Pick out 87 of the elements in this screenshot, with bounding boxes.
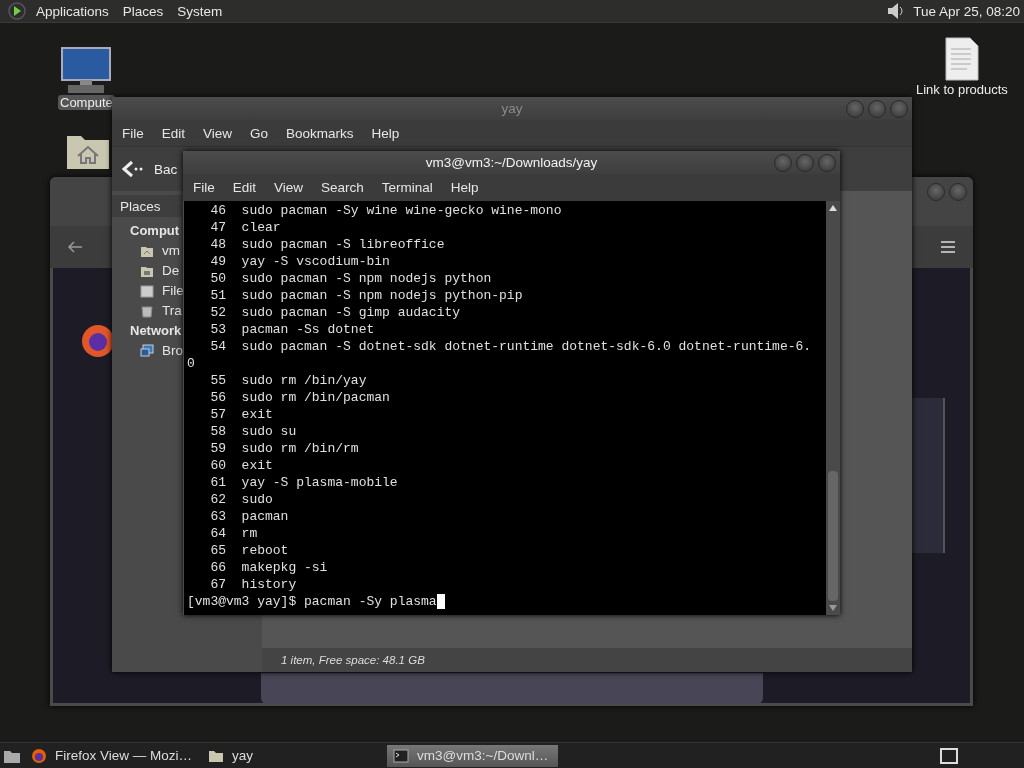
section-heading: Comput [130, 222, 180, 240]
menu-item[interactable]: Go [244, 125, 275, 141]
terminal-icon [393, 748, 410, 763]
window-button[interactable] [868, 99, 886, 118]
volume-icon [885, 1, 906, 21]
sidebar-item[interactable]: De [140, 261, 180, 281]
terminal-line: 62 sudo [209, 491, 274, 508]
menu-item[interactable]: Terminal [375, 180, 439, 195]
terminal-line: 57 exit [209, 406, 274, 423]
terminal-line: 66 makepkg -si [209, 559, 329, 576]
icon-label[interactable]: Compute [58, 95, 115, 110]
terminal-line: 53 pacman -Ss dotnet [209, 321, 376, 338]
window-button[interactable] [846, 99, 864, 118]
browser-logo-icon [81, 324, 115, 358]
terminal-line: 47 clear [209, 219, 282, 236]
folder-icon [208, 748, 225, 763]
terminal-line: 54 sudo pacman -S dotnet-sdk dotnet-runtime dotnet-sdk-6.0 dotnet-runtime-6. [209, 338, 813, 355]
terminal-line: 52 sudo pacman -S gimp audacity [209, 304, 462, 321]
terminal-line: 46 sudo pacman -Sy wine wine-gecko wine-mono [209, 202, 563, 219]
panel-menu[interactable]: Applications [32, 3, 113, 19]
scrollbar-thumb[interactable] [828, 471, 838, 601]
menu-item[interactable]: Bookmarks [280, 125, 360, 141]
desktop-folder-icon [140, 264, 154, 278]
back-button[interactable]: Bac [122, 160, 178, 178]
home-folder-icon [140, 244, 154, 258]
terminal-line: 55 sudo rm /bin/yay [209, 372, 368, 389]
terminal-line: 61 yay -S plasma-mobile [209, 474, 399, 491]
window-button[interactable] [949, 183, 967, 201]
icon-label[interactable]: Link to products [914, 82, 1010, 97]
terminal-line: 63 pacman [209, 508, 290, 525]
menu-item[interactable]: File [187, 180, 221, 195]
terminal-line: 58 sudo su [209, 423, 298, 440]
menu-item[interactable]: Edit [155, 125, 192, 141]
terminal-line: 51 sudo pacman -S npm nodejs python-pip [209, 287, 524, 304]
window-button[interactable] [774, 153, 792, 172]
taskbar-button[interactable]: yay [202, 744, 260, 767]
scrollbar[interactable] [826, 201, 840, 615]
menu-icon [940, 241, 956, 253]
back-arrow-icon [122, 160, 144, 178]
terminal-line: 59 sudo rm /bin/rm [209, 440, 360, 457]
workspace-icon [939, 746, 959, 765]
window-title: vm3@vm3:~/Downloads/yay [425, 155, 598, 170]
browser-logo-icon [31, 747, 47, 764]
sidebar-dropdown[interactable]: Places [112, 195, 182, 217]
sidebar-item[interactable]: vm [140, 241, 180, 261]
terminal-line: 65 reboot [209, 542, 290, 559]
terminal-line: 50 sudo pacman -S npm nodejs python [209, 270, 493, 287]
terminal-line: 49 yay -S vscodium-bin [209, 253, 391, 270]
document-icon [943, 37, 980, 81]
back-arrow-icon [67, 241, 83, 253]
terminal-line: 56 sudo rm /bin/pacman [209, 389, 391, 406]
taskbar-button[interactable]: vm3@vm3:~/Downl… [387, 744, 559, 767]
panel-menu[interactable]: Places [118, 3, 168, 19]
menu-item[interactable]: View [197, 125, 239, 141]
menu-item[interactable]: Help [365, 125, 406, 141]
scroll-up-icon [829, 205, 837, 211]
terminal-line: 64 rm [209, 525, 259, 542]
scroll-down-icon [829, 605, 837, 611]
sidebar-item[interactable]: Tra [140, 301, 182, 321]
command-prompt: [vm3@vm3 yay]$ pacman -Sy plasma [187, 593, 437, 610]
menu-item[interactable]: Search [315, 180, 370, 195]
window-title: yay [501, 101, 523, 116]
menu-item[interactable]: Edit [226, 180, 263, 195]
clock[interactable]: Tue Apr 25, 08:20 [913, 3, 1020, 19]
network-icon [140, 344, 154, 358]
computer-icon [58, 46, 114, 94]
window-button[interactable] [818, 153, 836, 172]
terminal-line: 67 history [209, 576, 298, 593]
menu-item[interactable]: Help [444, 180, 485, 195]
terminal-line: 0 [187, 355, 196, 372]
terminal-line: 60 exit [209, 457, 274, 474]
menu-item[interactable]: View [268, 180, 310, 195]
sidebar-item[interactable]: File [140, 281, 184, 301]
status-bar: 1 item, Free space: 48.1 GB [262, 648, 912, 672]
trash-icon [140, 304, 154, 318]
section-heading: Network [130, 322, 182, 340]
text-cursor [436, 594, 445, 609]
taskbar-button[interactable]: Firefox View — Mozi… [25, 744, 199, 767]
app-menu-icon [8, 2, 26, 20]
panel-menu[interactable]: System [173, 3, 227, 19]
window-button[interactable] [927, 183, 945, 201]
window-button[interactable] [796, 153, 814, 172]
sidebar-item[interactable]: Bro [140, 341, 183, 361]
window-button[interactable] [890, 99, 908, 118]
drive-icon [140, 284, 154, 298]
terminal-line: 48 sudo pacman -S libreoffice [209, 236, 446, 253]
menu-item[interactable]: File [116, 125, 150, 141]
